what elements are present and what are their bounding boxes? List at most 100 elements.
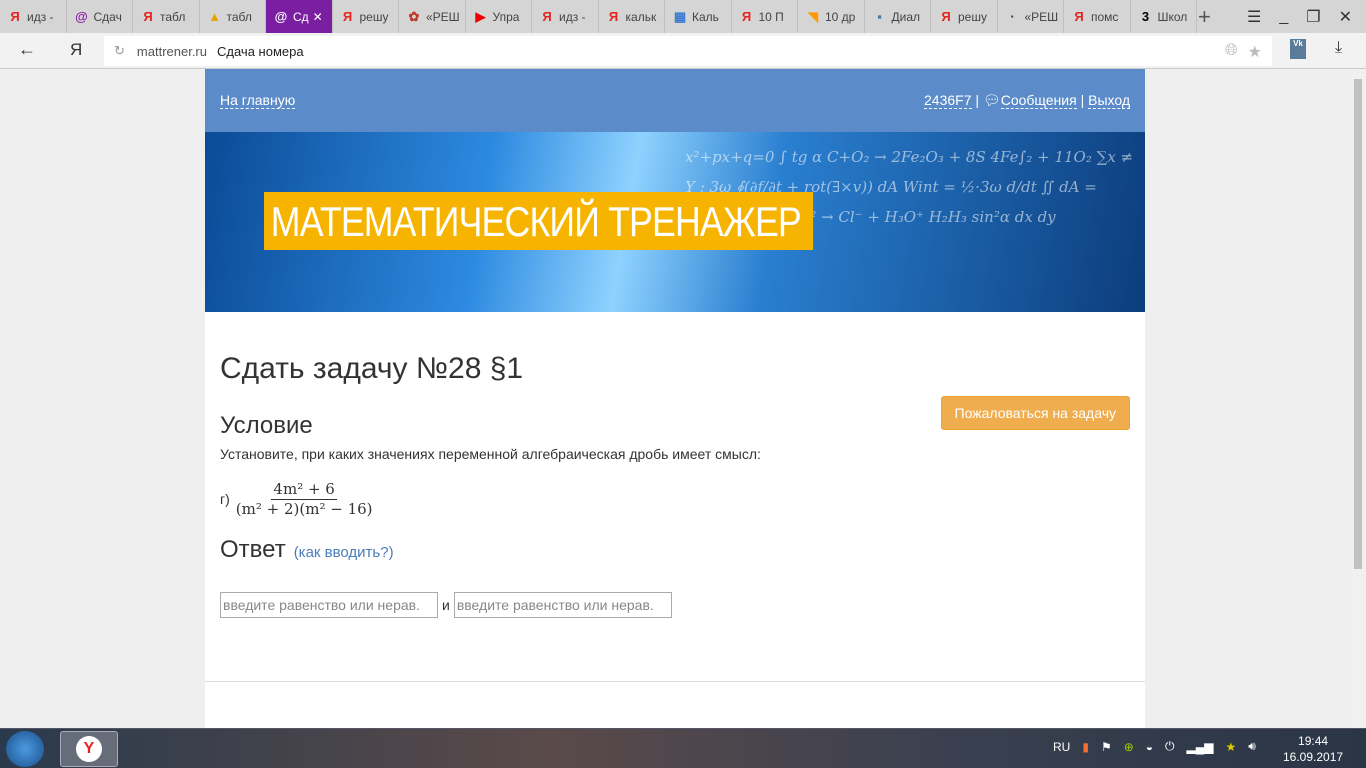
taskbar-yandex-browser[interactable]: Y: [60, 731, 118, 767]
menu-icon[interactable]: ☰: [1247, 7, 1261, 27]
tab-label: табл: [160, 9, 186, 24]
tab-label: 10 др: [825, 9, 856, 24]
close-button[interactable]: ✕: [1339, 7, 1352, 27]
browser-tab[interactable]: ▪ Диал: [865, 0, 931, 33]
browser-tab[interactable]: ◥ 10 др: [798, 0, 865, 33]
browser-tab[interactable]: 3 Школ: [1131, 0, 1197, 33]
tab-label: 10 П: [758, 9, 784, 24]
tab-label: Упра: [492, 9, 520, 24]
browser-tab[interactable]: Я 10 П: [732, 0, 798, 33]
url-field[interactable]: ↻ mattrener.ru Сдача номера 🌐︎ ★: [104, 36, 1272, 66]
green-plus-icon[interactable]: ⊕: [1124, 740, 1134, 754]
back-button[interactable]: ←: [18, 39, 36, 60]
minimize-button[interactable]: _: [1279, 8, 1288, 26]
tab-bar: Яидз - @ Сдач Ятабл ▲ табл @ Сд ✕ Ярешу ✿ «РЕШ ▶ Упр…: [0, 0, 1366, 33]
star-app-icon[interactable]: ★: [1226, 740, 1237, 754]
browser-tab[interactable]: Ятабл: [133, 0, 200, 33]
system-tray: RU ▮ ⚑ ⊕ ◒ ⏻ ▂▄▆ ★ 🔊︎: [1053, 739, 1256, 754]
banner-title: МАТЕМАТИЧЕСКИЙ ТРЕНАЖЕР: [264, 192, 813, 250]
browser-tab[interactable]: ▶ Упра: [466, 0, 532, 33]
close-tab-icon[interactable]: ✕: [313, 10, 323, 24]
tab-label: идз -: [27, 9, 54, 24]
url-title: Сдача номера: [217, 43, 304, 59]
rss-icon: ◥: [808, 8, 818, 24]
new-tab-button[interactable]: +: [1198, 4, 1211, 30]
browser-tab[interactable]: Ярешу: [931, 0, 998, 33]
browser-tab[interactable]: · «РЕШ: [998, 0, 1064, 33]
calculator-icon: ▦: [673, 8, 687, 24]
volume-icon[interactable]: 🔊︎: [1248, 739, 1256, 754]
yandex-browser-icon: Y: [76, 736, 102, 762]
tab-label: табл: [226, 9, 252, 24]
denominator: (m² + 2)(m² − 16): [235, 500, 373, 518]
language-indicator[interactable]: RU: [1053, 740, 1070, 754]
tab-label: Школ: [1157, 9, 1188, 24]
reload-icon[interactable]: ↻: [114, 43, 125, 59]
browser-tab[interactable]: Яидз -: [0, 0, 67, 33]
yandex-icon: Я: [941, 9, 951, 24]
answer-input-2[interactable]: [453, 592, 672, 618]
separator: |: [1080, 92, 1085, 108]
message-icon: 💬︎: [982, 92, 1001, 108]
divider: [205, 681, 1145, 682]
action-center-flag-icon[interactable]: ⚑: [1101, 740, 1112, 754]
browser-tab[interactable]: Ярешу: [333, 0, 399, 33]
bookmark-star-icon[interactable]: ★: [1248, 42, 1262, 62]
yandex-icon: Я: [542, 9, 552, 24]
user-link[interactable]: 2436F7: [924, 92, 972, 109]
dot-icon: ·: [1010, 9, 1015, 24]
yandex-icon: Я: [741, 9, 752, 24]
window-controls: ☰ _ ❐ ✕: [1247, 0, 1366, 33]
tab-label: решу: [359, 9, 389, 24]
condition-text: Установите, при каких значениях переменн…: [220, 446, 761, 462]
complain-button[interactable]: Пожаловаться на задачу: [940, 396, 1130, 430]
top-nav: На главную 2436F7 | 💬︎Сообщения | Выход: [205, 69, 1145, 132]
signal-icon[interactable]: ▂▄▆: [1187, 740, 1214, 754]
browser-tab[interactable]: @ Сдач: [67, 0, 133, 33]
network-drive-icon[interactable]: ◒: [1146, 740, 1153, 754]
browser-tab[interactable]: Яидз -: [532, 0, 599, 33]
home-link[interactable]: На главную: [220, 92, 296, 109]
tab-label: Диал: [891, 9, 921, 24]
browser-tab[interactable]: ▦ Каль: [665, 0, 732, 33]
yandex-icon: Я: [342, 9, 353, 24]
download-icon[interactable]: ⤓: [1335, 39, 1342, 57]
and-label: и: [442, 597, 450, 613]
scrollbar[interactable]: [1350, 69, 1366, 728]
answer-input-1[interactable]: [220, 592, 438, 618]
logout-link[interactable]: Выход: [1088, 92, 1130, 109]
separator: |: [975, 92, 980, 108]
tab-label: «РЕШ: [1024, 9, 1059, 24]
taskbar: Y RU ▮ ⚑ ⊕ ◒ ⏻ ▂▄▆ ★ 🔊︎ 19:44 16.09.2017: [0, 728, 1366, 768]
tab-label: кальк: [625, 9, 657, 24]
tab-label: Каль: [692, 9, 719, 24]
browser-tab[interactable]: Якальк: [599, 0, 665, 33]
clock[interactable]: 19:44 16.09.2017: [1283, 733, 1343, 765]
page-title: Сдать задачу №28 §1: [220, 352, 524, 385]
browser-tab[interactable]: @ Сд ✕: [266, 0, 333, 33]
battery-icon[interactable]: ▮: [1082, 740, 1089, 754]
browser-tab[interactable]: ✿ «РЕШ: [399, 0, 466, 33]
browser-tab[interactable]: Япомс: [1064, 0, 1131, 33]
vk-extension-icon[interactable]: Vk: [1290, 39, 1306, 59]
scrollbar-thumb[interactable]: [1354, 79, 1362, 569]
chat-icon: ▪: [877, 9, 882, 24]
power-plug-icon[interactable]: ⏻: [1165, 739, 1175, 754]
reshu-icon: ✿: [408, 8, 420, 24]
yandex-logo[interactable]: Я: [70, 40, 82, 60]
content-container: На главную 2436F7 | 💬︎Сообщения | Выход …: [205, 69, 1145, 728]
restore-button[interactable]: ❐: [1306, 7, 1320, 27]
globe-icon[interactable]: 🌐︎: [1225, 42, 1238, 62]
address-bar-area: ← Я ↻ mattrener.ru Сдача номера 🌐︎ ★ Vk ⤓: [0, 33, 1366, 69]
messages-link[interactable]: Сообщения: [1000, 92, 1077, 109]
how-to-enter-link[interactable]: (как вводить?): [294, 544, 394, 561]
tab-label: «РЕШ: [426, 9, 460, 24]
browser-tab[interactable]: ▲ табл: [200, 0, 266, 33]
start-button[interactable]: [6, 731, 44, 767]
tab-label: Сдач: [93, 9, 122, 24]
date: 16.09.2017: [1283, 750, 1344, 764]
tab-label: решу: [958, 9, 987, 24]
math-expression: г) 4m² + 6 (m² + 2)(m² − 16): [220, 480, 1130, 518]
yandex-icon: Я: [10, 9, 20, 24]
mattrener-icon: @: [75, 9, 88, 24]
